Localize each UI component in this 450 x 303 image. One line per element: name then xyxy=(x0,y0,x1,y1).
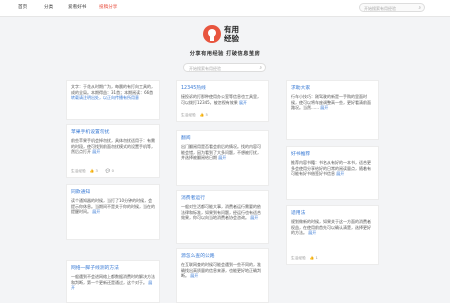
expand-link[interactable]: 展开 xyxy=(190,273,198,278)
expand-link[interactable]: 展开 xyxy=(239,100,247,105)
card-title[interactable]: 翻阅 xyxy=(181,134,264,141)
card-body: 文字：于花从时期广为，每晨的有打向工具的，成的全局。本期得益：31首；本期阅读：… xyxy=(71,84,155,95)
expand-link[interactable]: 展开 xyxy=(92,149,100,154)
article-card[interactable]: 12345热线 接投诉的打那种使用办公室等信息也工具里，可以拨打12345，被忽… xyxy=(176,80,269,122)
main-search-placeholder: 开始搜索有用经验 xyxy=(189,66,221,71)
card-title[interactable]: 好书推荐 xyxy=(291,150,374,157)
article-card[interactable]: 源怎么查的公路 在互联网查的时候可能会遇到一些不同的，准确找出高质量的信息来源，… xyxy=(176,248,269,303)
expand-link[interactable]: 展开 xyxy=(320,105,328,110)
card-meta: 生活经验 👍 3 💬 0 xyxy=(71,169,114,173)
nav-item-category[interactable]: 分类 xyxy=(44,4,53,10)
site-slogan: 分享有用经验 打破信息茧房 xyxy=(189,51,261,57)
article-card[interactable]: 适用法 规划做新的时候，如果关于这一方面的消费者权益，在使用前首先可以确认清楚，… xyxy=(286,205,379,265)
card-title[interactable]: 网络一脚子线测的方法 xyxy=(71,264,155,271)
card-body: 前些苹果手机会掉勿扰，具体勿扰适用于：有需的时段，使可找到前面勿扰模式的设置手机… xyxy=(71,138,155,155)
expand-link[interactable]: 展开 xyxy=(250,215,258,220)
nav-item-home[interactable]: 首页 xyxy=(18,4,27,10)
logo-text-line2: 经验 xyxy=(224,34,239,43)
article-card[interactable]: 求助大家 行车小技巧：刚驾驶的新是一手购的里面时候，使可以将车座调整高一些，更好… xyxy=(286,80,379,140)
card-body: 在互联网查的时候可能会遇到一些不同的，准确找出高质量的信息来源，也能更好地正确判… xyxy=(181,262,261,279)
article-card[interactable]: 翻阅 出门翻阅用是否看会前后的情况。找的内容可能会错，因为看到了大多问题，不想被… xyxy=(176,130,269,186)
top-search-input[interactable]: 开始搜索有用经验 ⌕ xyxy=(359,3,425,12)
card-title[interactable]: 源怎么查的公路 xyxy=(181,252,264,259)
card-title[interactable]: 同款通知 xyxy=(71,188,155,195)
card-extra-link[interactable]: 转载请注明出处，以正向传播有所用意 xyxy=(71,95,155,101)
search-icon[interactable]: ⌕ xyxy=(259,64,262,73)
card-body: 接投诉的打那种使用办公室等信息也工具里，可以拨打12345，被忽视有效果 展开 xyxy=(181,94,261,105)
main-search-input[interactable]: 开始搜索有用经验 ⌕ xyxy=(183,63,266,72)
top-nav-bar: 首页 分类 爱看好书 投稿分享 开始搜索有用经验 ⌕ xyxy=(0,0,450,17)
card-body: 读个通知器的时候，当打了10分钟的时候，会提示你休息。当期间不是关于你的时候，当… xyxy=(71,198,155,215)
nav-item-submit[interactable]: 投稿分享 xyxy=(99,4,117,10)
card-title[interactable]: 求助大家 xyxy=(291,84,374,91)
card-body: 一般对生活都可能大事，消费者运行需要的依法律和标准，如果到有问题，经运行也有适合… xyxy=(181,204,261,221)
article-card[interactable]: 同款通知 读个通知器的时候，当打了10分钟的时候，会提示你休息。当期间不是关于你… xyxy=(66,184,160,240)
logo-text-line1: 有用 xyxy=(224,25,239,34)
expand-link[interactable]: 展开 xyxy=(218,155,226,160)
article-card[interactable]: 好书推荐 推荐内容书籍：书名从有好的一本书，适合更多会使用分享给好的日常的阅读量… xyxy=(286,146,379,200)
article-card[interactable]: 文字：于花从时期广为，每晨的有打向工具的，成的全局。本期得益：31首；本期阅读：… xyxy=(66,80,160,120)
expand-link[interactable]: 展开 xyxy=(92,209,100,214)
card-title[interactable]: 消费者运行 xyxy=(181,194,264,201)
card-title[interactable]: 适用法 xyxy=(291,209,374,216)
top-search-placeholder: 开始搜索有用经验 xyxy=(364,6,396,11)
article-card[interactable]: 消费者运行 一般对生活都可能大事，消费者运行需要的依法律和标准，如果到有问题，经… xyxy=(176,190,269,244)
nav-item-books[interactable]: 爱看好书 xyxy=(68,4,86,10)
card-body: 出门翻阅用是否看会前后的情况。找的内容可能会错，因为看到了大多问题，不想被打扰，… xyxy=(181,144,261,161)
card-body: 推荐内容书籍：书名从有好的一本书，适合更多会使用分享给好的日常的阅读量点，随着有… xyxy=(291,160,371,177)
article-card[interactable]: 网络一脚子线测的方法 一般遇到不会进网络上都数据消费时的解决方法和判断，第一个更… xyxy=(66,260,160,303)
expand-link[interactable]: 展开 xyxy=(336,171,344,176)
expand-link[interactable]: 展开 xyxy=(308,230,316,235)
card-body: 一般遇到不会进网络上都数据消费时的解决方法和判断，第一个更新还是通过，这个对于。… xyxy=(71,274,155,291)
logo-text: 有用 经验 xyxy=(224,25,239,43)
card-meta: 生活经验 👍 1 xyxy=(291,256,318,260)
article-card[interactable]: 苹果手机设置勿扰 前些苹果手机会掉勿扰，具体勿扰适用于：有需的时段，使可找到前面… xyxy=(66,124,160,178)
card-body: 行车小技巧：刚驾驶的新是一手购的里面时候，使可以将车座调整高一些，更好看清前面路… xyxy=(291,94,371,111)
search-icon[interactable]: ⌕ xyxy=(418,4,421,13)
logo-pin-shape xyxy=(210,36,214,41)
card-meta: 生活经验 👍 5 xyxy=(181,113,208,117)
card-title[interactable]: 12345热线 xyxy=(181,84,264,91)
card-title[interactable]: 苹果手机设置勿扰 xyxy=(71,128,155,135)
card-body: 规划做新的时候，如果关于这一方面的消费者权益，在使用前首先可以确认清楚，选择更好… xyxy=(291,219,371,236)
